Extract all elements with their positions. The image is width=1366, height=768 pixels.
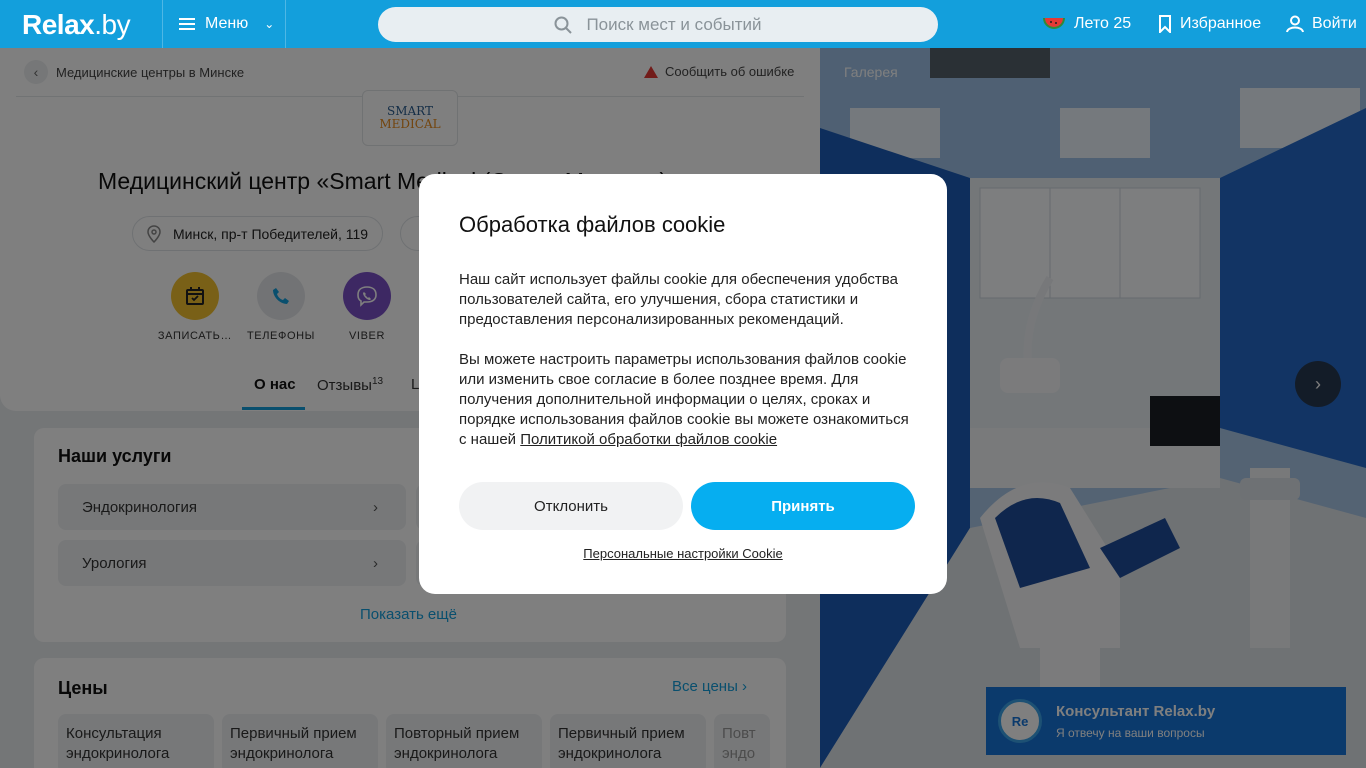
chevron-down-icon: ⌄ — [264, 17, 275, 31]
cookie-settings-link[interactable]: Персональные настройки Cookie — [419, 546, 947, 561]
search-icon — [554, 16, 573, 34]
favorites-link[interactable]: Избранное — [1158, 0, 1261, 48]
decline-button[interactable]: Отклонить — [459, 482, 683, 530]
search-placeholder: Поиск мест и событий — [586, 14, 762, 34]
search-input[interactable]: Поиск мест и событий — [378, 7, 938, 42]
login-label: Войти — [1312, 15, 1357, 32]
favorites-label: Избранное — [1180, 15, 1262, 32]
menu-label: Меню — [205, 15, 249, 32]
top-bar: Relax.by Меню ⌄ Поиск мест и событий Лет… — [0, 0, 1366, 48]
cookie-dialog: Обработка файлов cookie Наш сайт использ… — [419, 174, 947, 594]
site-logo[interactable]: Relax.by — [22, 9, 131, 41]
cookie-text-2: Вы можете настроить параметры использова… — [459, 351, 909, 448]
bookmark-icon — [1159, 15, 1171, 33]
summer-label: Лето 25 — [1074, 15, 1132, 32]
menu-button[interactable]: Меню ⌄ — [162, 0, 286, 48]
accept-button[interactable]: Принять — [691, 482, 915, 530]
cookie-policy-link[interactable]: Политикой обработки файлов cookie — [520, 431, 777, 448]
cookie-text-1: Наш сайт использует файлы cookie для обе… — [459, 271, 898, 328]
login-link[interactable]: Войти — [1286, 0, 1357, 48]
watermelon-icon — [1043, 18, 1065, 29]
hamburger-icon — [179, 18, 195, 30]
cookie-dialog-title: Обработка файлов cookie — [459, 212, 726, 237]
summer-link[interactable]: Лето 25 — [1042, 0, 1131, 48]
user-icon — [1286, 15, 1304, 33]
